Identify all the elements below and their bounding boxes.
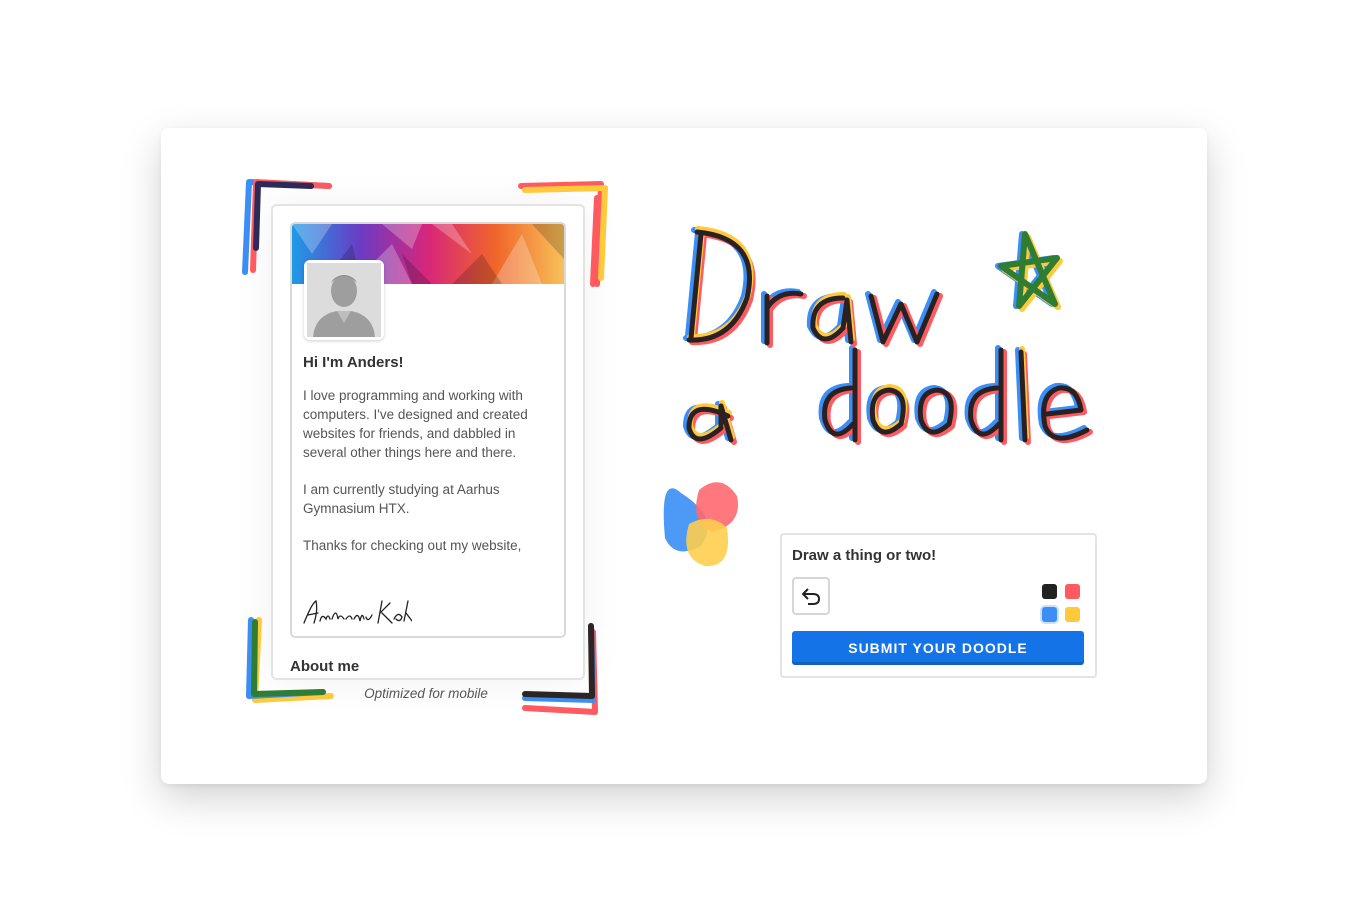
undo-button[interactable]	[792, 577, 830, 615]
main-card: Hi I'm Anders! I love programming and wo…	[161, 128, 1207, 784]
star-icon	[995, 231, 1063, 312]
color-swatches	[1041, 583, 1081, 623]
avatar	[307, 263, 381, 337]
submit-doodle-button[interactable]: SUBMIT YOUR DOODLE	[792, 631, 1084, 665]
swatch-yellow[interactable]	[1065, 606, 1080, 622]
swatch-black[interactable]	[1042, 584, 1057, 599]
profile-card: Hi I'm Anders! I love programming and wo…	[290, 222, 566, 638]
avatar-frame	[304, 260, 384, 340]
color-blob-icon	[663, 482, 738, 567]
signature	[303, 600, 412, 624]
mobile-preview: Hi I'm Anders! I love programming and wo…	[271, 204, 585, 680]
headline-doodle	[683, 226, 1093, 445]
bio-paragraph: I am currently studying at Aarhus Gymnas…	[303, 482, 500, 516]
profile-bio: I love programming and working with comp…	[303, 386, 561, 573]
doodle-prompt: Draw a thing or two!	[792, 547, 937, 564]
about-heading: About me	[290, 658, 360, 675]
doodle-panel: Draw a thing or two! SUBMIT YOUR DOODLE	[780, 533, 1097, 678]
bio-paragraph: I love programming and working with comp…	[303, 388, 528, 460]
bio-paragraph: Thanks for checking out my website,	[303, 538, 522, 553]
swatch-blue[interactable]	[1042, 606, 1057, 622]
profile-greeting: Hi I'm Anders!	[303, 354, 404, 371]
undo-icon	[802, 588, 821, 605]
mobile-caption: Optimized for mobile	[364, 686, 488, 701]
swatch-red[interactable]	[1065, 584, 1080, 599]
